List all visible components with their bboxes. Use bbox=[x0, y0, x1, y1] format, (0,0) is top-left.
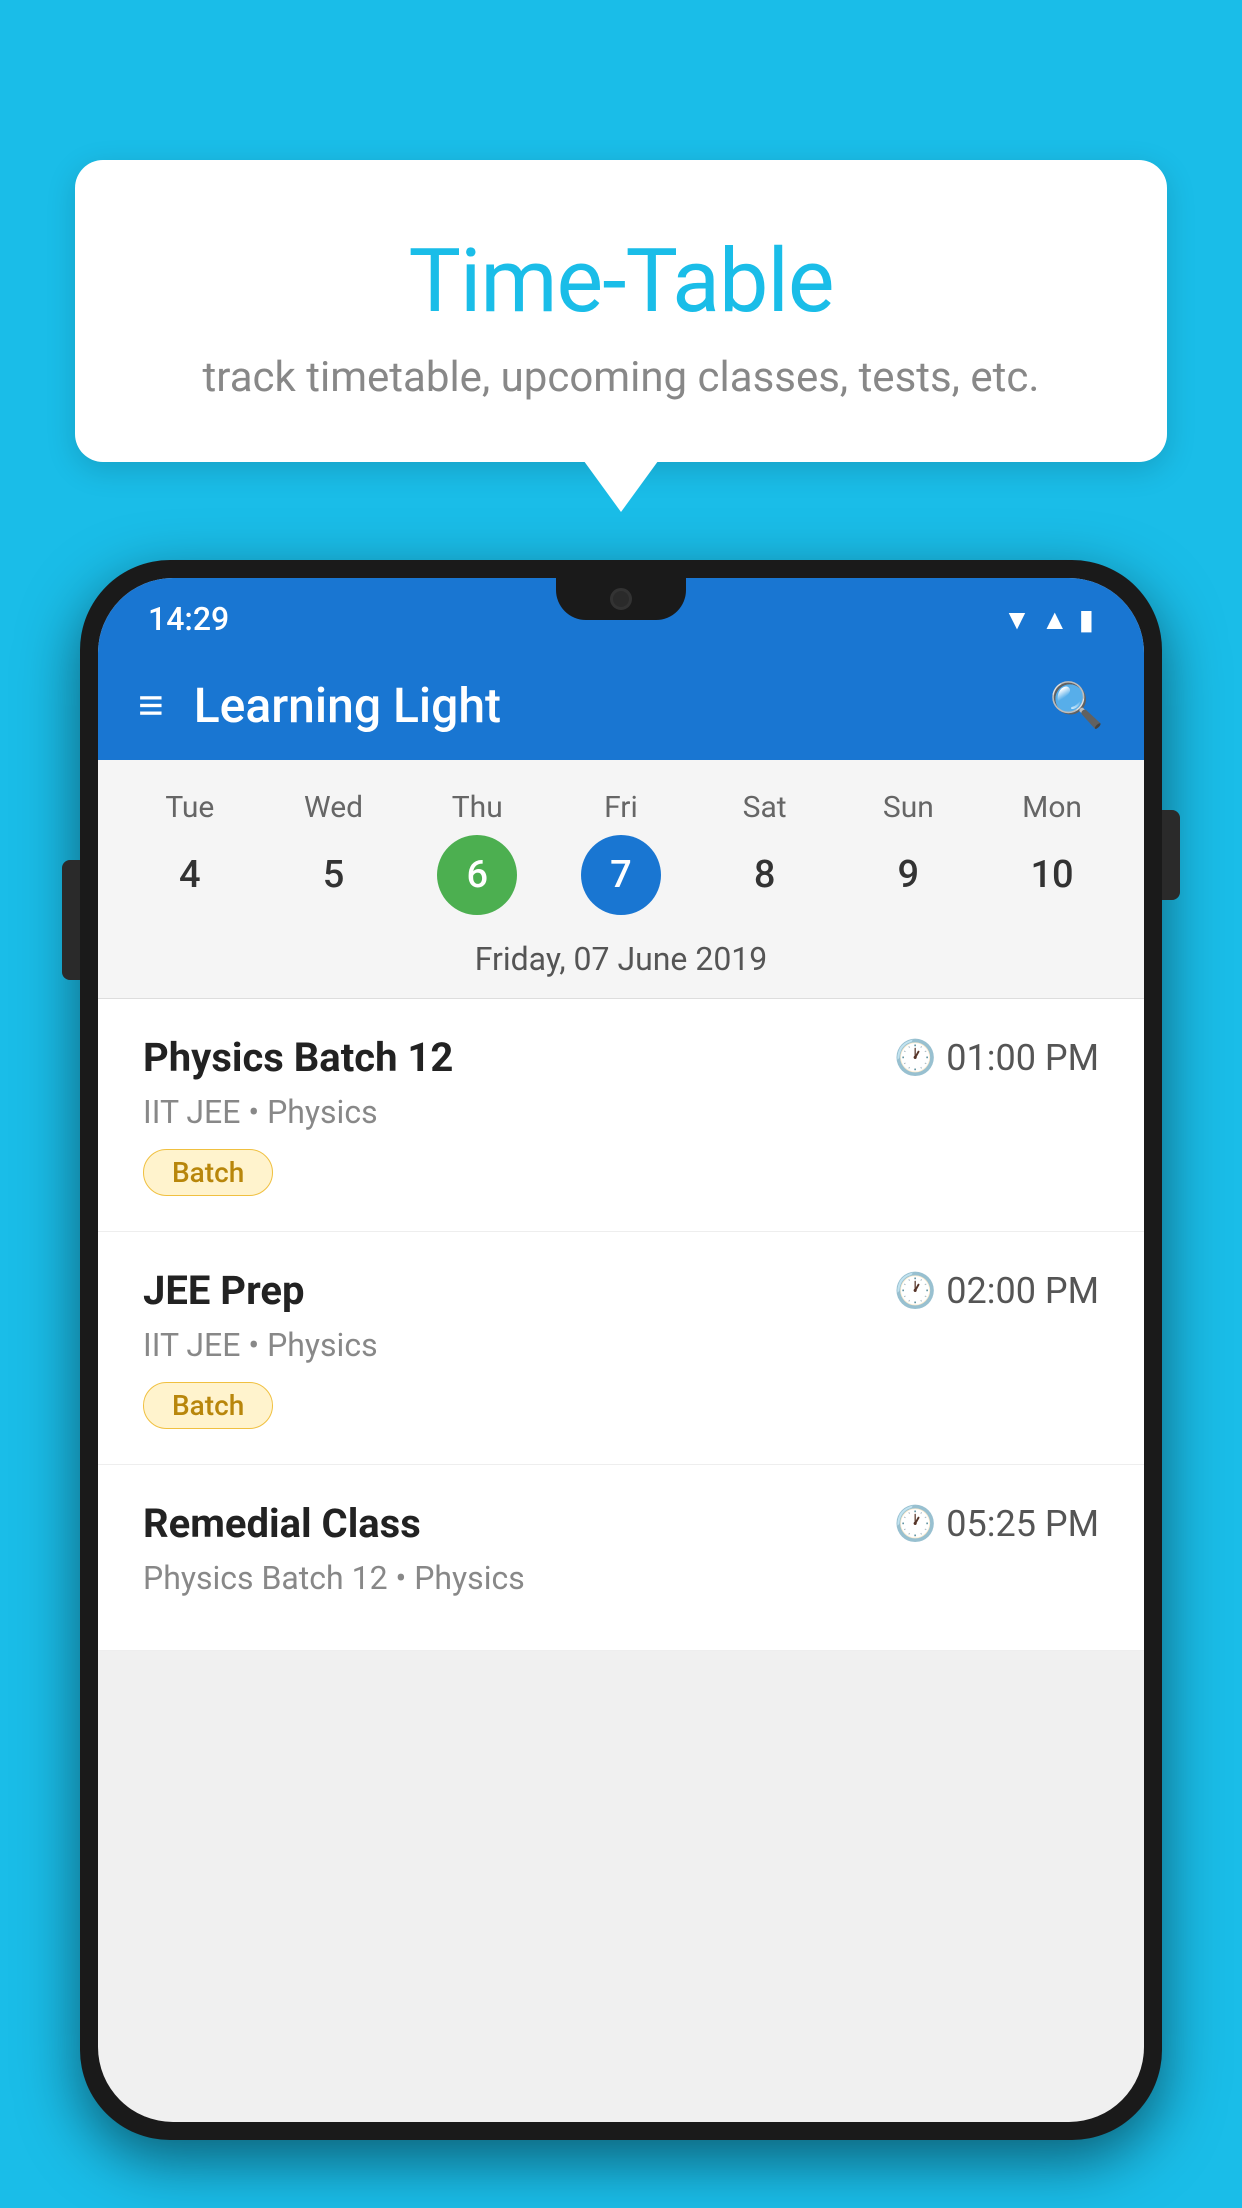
app-bar: ≡ Learning Light 🔍 bbox=[98, 650, 1144, 760]
schedule-sub: IIT JEE • Physics bbox=[143, 1326, 1099, 1364]
schedule-name: JEE Prep bbox=[143, 1267, 304, 1314]
schedule-item[interactable]: JEE Prep 🕐02:00 PM IIT JEE • Physics Batch bbox=[98, 1232, 1144, 1465]
clock-icon: 🕐 bbox=[894, 1038, 936, 1078]
calendar-strip: Tue 4 Wed 5 Thu 6 Fri 7 Sat 8 Sun 9 Mon 10 Friday, 07… bbox=[98, 760, 1144, 999]
app-title: Learning Light bbox=[194, 677, 1020, 734]
time-text: 01:00 PM bbox=[946, 1037, 1099, 1079]
schedule-header: Remedial Class 🕐05:25 PM bbox=[143, 1500, 1099, 1547]
days-row: Tue 4 Wed 5 Thu 6 Fri 7 Sat 8 Sun 9 Mon 10 bbox=[98, 780, 1144, 925]
time-text: 02:00 PM bbox=[946, 1270, 1099, 1312]
tooltip-subtitle: track timetable, upcoming classes, tests… bbox=[135, 353, 1107, 402]
day-item-5[interactable]: Wed 5 bbox=[269, 790, 399, 915]
day-label: Fri bbox=[604, 790, 638, 825]
signal-icon: ▲ bbox=[1041, 603, 1069, 636]
search-icon[interactable]: 🔍 bbox=[1049, 679, 1104, 731]
schedule-name: Physics Batch 12 bbox=[143, 1034, 453, 1081]
phone-screen: 14:29 ▼ ▲ ▮ ≡ Learning Light 🔍 Tue4Wed5T… bbox=[98, 578, 1144, 2122]
schedule-time: 🕐01:00 PM bbox=[894, 1037, 1099, 1079]
day-item-4[interactable]: Tue 4 bbox=[125, 790, 255, 915]
day-number: 9 bbox=[868, 835, 948, 915]
battery-icon: ▮ bbox=[1079, 603, 1094, 636]
day-number: 6 bbox=[437, 835, 517, 915]
status-time: 14:29 bbox=[148, 600, 229, 638]
clock-icon: 🕐 bbox=[894, 1271, 936, 1311]
day-label: Mon bbox=[1022, 790, 1082, 825]
time-text: 05:25 PM bbox=[946, 1503, 1099, 1545]
day-label: Sat bbox=[743, 790, 787, 825]
day-item-6[interactable]: Thu 6 bbox=[412, 790, 542, 915]
day-number: 8 bbox=[725, 835, 805, 915]
selected-date-label: Friday, 07 June 2019 bbox=[98, 925, 1144, 999]
day-item-9[interactable]: Sun 9 bbox=[843, 790, 973, 915]
hamburger-icon[interactable]: ≡ bbox=[138, 679, 164, 731]
schedule-item[interactable]: Remedial Class 🕐05:25 PM Physics Batch 12 … bbox=[98, 1465, 1144, 1651]
schedule-time: 🕐02:00 PM bbox=[894, 1270, 1099, 1312]
tooltip-card: Time-Table track timetable, upcoming cla… bbox=[75, 160, 1167, 462]
clock-icon: 🕐 bbox=[894, 1504, 936, 1544]
schedule-sub: Physics Batch 12 • Physics bbox=[143, 1559, 1099, 1597]
phone-notch bbox=[556, 578, 686, 620]
day-label: Tue bbox=[165, 790, 214, 825]
wifi-icon: ▼ bbox=[1003, 603, 1031, 636]
batch-badge: Batch bbox=[143, 1382, 273, 1429]
day-number: 7 bbox=[581, 835, 661, 915]
schedule-name: Remedial Class bbox=[143, 1500, 421, 1547]
front-camera bbox=[610, 588, 632, 610]
phone-outer: 14:29 ▼ ▲ ▮ ≡ Learning Light 🔍 Tue4Wed5T… bbox=[80, 560, 1162, 2140]
day-item-8[interactable]: Sat 8 bbox=[700, 790, 830, 915]
schedule-sub: IIT JEE • Physics bbox=[143, 1093, 1099, 1131]
day-label: Sun bbox=[883, 790, 934, 825]
day-label: Wed bbox=[304, 790, 363, 825]
tooltip-title: Time-Table bbox=[135, 230, 1107, 333]
day-number: 5 bbox=[294, 835, 374, 915]
batch-badge: Batch bbox=[143, 1149, 273, 1196]
day-item-7[interactable]: Fri 7 bbox=[556, 790, 686, 915]
day-label: Thu bbox=[452, 790, 503, 825]
schedule-list: Physics Batch 12🕐01:00 PMIIT JEE • Physi… bbox=[98, 999, 1144, 1651]
status-icons: ▼ ▲ ▮ bbox=[1003, 603, 1094, 636]
day-number: 4 bbox=[150, 835, 230, 915]
day-number: 10 bbox=[1012, 835, 1092, 915]
schedule-time: 🕐05:25 PM bbox=[894, 1503, 1099, 1545]
schedule-header: JEE Prep 🕐02:00 PM bbox=[143, 1267, 1099, 1314]
schedule-header: Physics Batch 12 🕐01:00 PM bbox=[143, 1034, 1099, 1081]
phone-container: 14:29 ▼ ▲ ▮ ≡ Learning Light 🔍 Tue4Wed5T… bbox=[80, 560, 1162, 2208]
day-item-10[interactable]: Mon 10 bbox=[987, 790, 1117, 915]
schedule-item[interactable]: Physics Batch 12 🕐01:00 PM IIT JEE • Physi… bbox=[98, 999, 1144, 1232]
